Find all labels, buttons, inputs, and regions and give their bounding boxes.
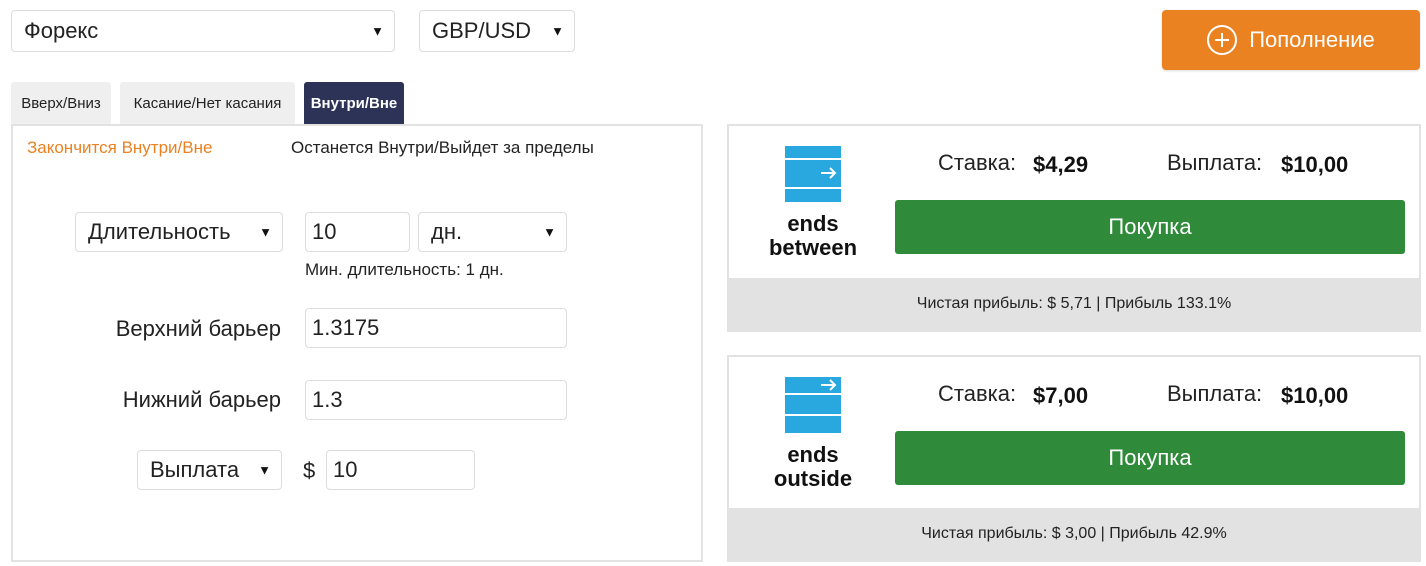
deposit-button[interactable]: Пополнение <box>1162 10 1420 70</box>
tab-label: Внутри/Вне <box>310 94 398 112</box>
trade-form-panel: Закончится Внутри/Вне Останется Внутри/В… <box>11 124 703 562</box>
duration-unit-value: дн. <box>431 219 463 244</box>
duration-input[interactable]: 10 <box>305 212 410 252</box>
stake-value: $7,00 <box>1033 383 1089 408</box>
subtab-ends-in-out[interactable]: Закончится Внутри/Вне <box>27 138 212 158</box>
payout-type-select[interactable]: Выплата ▼ <box>137 450 282 490</box>
payout-label: Выплата: <box>1167 150 1263 175</box>
payout-label: Выплата: <box>1167 381 1263 406</box>
dropdown-arrow-icon: ▼ <box>543 224 556 240</box>
market-select[interactable]: Форекс ▼ <box>11 10 395 52</box>
duration-unit-select[interactable]: дн. ▼ <box>418 212 567 252</box>
stake-label: Ставка: <box>938 381 1017 406</box>
profit-text: Чистая прибыль: $ 3,00 | Прибыль 42.9% <box>921 525 1227 542</box>
contract-name-line2: between <box>768 235 858 260</box>
upper-barrier-input[interactable]: 1.3175 <box>305 308 567 348</box>
profit-text: Чистая прибыль: $ 5,71 | Прибыль 133.1% <box>916 295 1232 312</box>
buy-label: Покупка <box>1108 445 1192 470</box>
dropdown-arrow-icon: ▼ <box>371 23 384 39</box>
payout-amount-input[interactable]: 10 <box>326 450 475 490</box>
symbol-select-value: GBP/USD <box>432 18 532 43</box>
duration-type-select[interactable]: Длительность ▼ <box>75 212 283 252</box>
plus-circle-icon <box>1207 25 1238 55</box>
duration-value: 10 <box>312 219 337 244</box>
payout-value: $10,00 <box>1281 152 1349 177</box>
tab-up-down[interactable]: Вверх/Вниз <box>11 82 111 124</box>
tab-label: Вверх/Вниз <box>21 94 101 112</box>
duration-type-value: Длительность <box>88 219 231 244</box>
stake-value: $4,29 <box>1033 152 1089 177</box>
buy-label: Покупка <box>1108 214 1192 239</box>
tab-touch-no-touch[interactable]: Касание/Нет касания <box>120 82 295 124</box>
upper-barrier-label: Верхний барьер <box>115 316 281 341</box>
stake-label: Ставка: <box>938 150 1017 175</box>
subtab-stays-in-goes-out[interactable]: Останется Внутри/Выйдет за пределы <box>291 138 594 158</box>
contract-name: ends outside <box>743 443 883 491</box>
market-select-value: Форекс <box>24 18 99 43</box>
contract-card-ends-between: ends between Ставка: $4,29 Выплата: $10,… <box>727 124 1421 332</box>
ends-between-icon <box>785 146 841 202</box>
payout-value: $10,00 <box>1281 383 1349 408</box>
dropdown-arrow-icon: ▼ <box>259 224 272 240</box>
contract-name-line1: ends <box>787 442 839 467</box>
upper-barrier-value: 1.3175 <box>312 315 380 340</box>
symbol-select[interactable]: GBP/USD ▼ <box>419 10 575 52</box>
lower-barrier-value: 1.3 <box>312 387 343 412</box>
dropdown-arrow-icon: ▼ <box>258 462 271 478</box>
contract-name-line1: ends <box>787 211 839 236</box>
payout-type-value: Выплата <box>150 457 240 482</box>
tab-label: Касание/Нет касания <box>133 94 282 112</box>
contract-name-line2: outside <box>773 466 853 491</box>
profit-footer: Чистая прибыль: $ 3,00 | Прибыль 42.9% <box>729 508 1419 560</box>
contract-card-ends-outside: ends outside Ставка: $7,00 Выплата: $10,… <box>727 355 1421 562</box>
profit-footer: Чистая прибыль: $ 5,71 | Прибыль 133.1% <box>729 278 1419 330</box>
currency-symbol: $ <box>303 458 316 483</box>
buy-button[interactable]: Покупка <box>895 200 1405 254</box>
lower-barrier-label: Нижний барьер <box>122 387 281 412</box>
buy-button[interactable]: Покупка <box>895 431 1405 485</box>
ends-outside-icon <box>785 377 841 433</box>
min-duration-hint: Мин. длительность: 1 дн. <box>305 260 504 279</box>
dropdown-arrow-icon: ▼ <box>551 23 564 39</box>
tab-in-out[interactable]: Внутри/Вне <box>304 82 404 124</box>
lower-barrier-input[interactable]: 1.3 <box>305 380 567 420</box>
contract-name: ends between <box>743 212 883 260</box>
payout-amount-value: 10 <box>333 457 358 482</box>
deposit-label: Пополнение <box>1249 27 1375 52</box>
